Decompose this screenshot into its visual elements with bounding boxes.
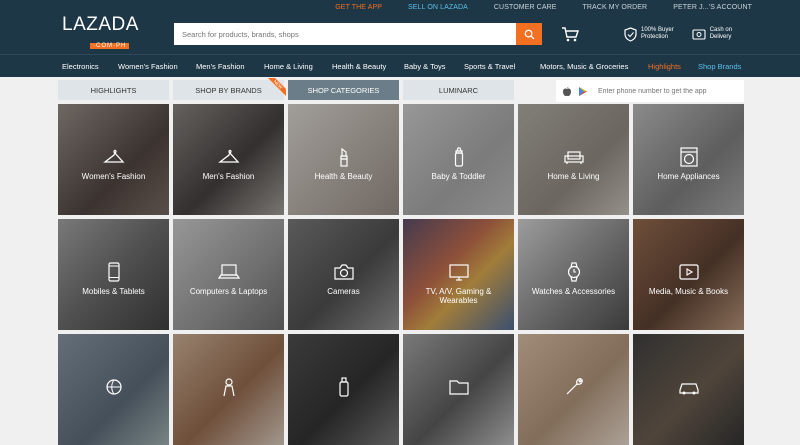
category-label: TV, A/V, Gaming & Wearables xyxy=(425,287,492,305)
category-tile[interactable]: Baby & Toddler xyxy=(403,104,514,215)
washing-machine-icon xyxy=(679,147,698,167)
category-tile[interactable] xyxy=(173,334,284,445)
assurance-line: Protection xyxy=(641,34,669,40)
cash-icon xyxy=(692,28,706,40)
get-app-box xyxy=(556,80,744,102)
hanger-icon xyxy=(102,149,124,163)
category-tile[interactable]: Women's Fashion xyxy=(58,104,169,215)
category-tile[interactable] xyxy=(403,334,514,445)
category-tile[interactable]: Media, Music & Books xyxy=(633,219,744,330)
search-icon xyxy=(524,29,535,40)
account-link[interactable]: PETER J...'S ACCOUNT xyxy=(673,4,752,11)
nav-item[interactable]: Electronics xyxy=(62,62,99,71)
new-badge-text: NEW xyxy=(268,78,286,96)
category-tile[interactable] xyxy=(58,334,169,445)
category-tile[interactable] xyxy=(633,334,744,445)
play-icon xyxy=(678,264,699,280)
category-tile[interactable]: Computers & Laptops xyxy=(173,219,284,330)
customer-care-link[interactable]: CUSTOMER CARE xyxy=(494,4,557,11)
phone-input[interactable] xyxy=(598,87,744,95)
category-label: Home Appliances xyxy=(657,172,720,181)
sofa-icon xyxy=(563,151,584,164)
category-label: Cameras xyxy=(327,287,360,296)
category-label: Men's Fashion xyxy=(202,172,255,181)
category-tile[interactable]: TV, A/V, Gaming & Wearables xyxy=(403,219,514,330)
category-tile[interactable] xyxy=(288,334,399,445)
search-button[interactable] xyxy=(516,23,542,45)
nav-item[interactable]: Home & Living xyxy=(264,62,313,71)
category-label: Media, Music & Books xyxy=(648,287,729,296)
lazada-logo[interactable]: LAZADA ·COM·PH xyxy=(62,14,142,52)
assurance-line: 100% Buyer xyxy=(641,27,674,33)
new-badge: NEW xyxy=(268,78,286,96)
nav-item[interactable]: Health & Beauty xyxy=(332,62,386,71)
shield-icon xyxy=(624,26,637,42)
camera-icon xyxy=(333,264,354,280)
nav-item[interactable]: Motors, Music & Groceries xyxy=(540,62,628,71)
tab-shop-by-brands[interactable]: SHOP BY BRANDS NEW xyxy=(173,78,286,100)
category-label: Home & Living xyxy=(547,172,600,181)
hanger-icon xyxy=(217,149,239,163)
assurance-line: Cash on xyxy=(709,27,733,33)
category-tile[interactable]: Watches & Accessories xyxy=(518,219,629,330)
toy-icon xyxy=(222,378,235,397)
tab-luminarc[interactable]: LUMINARC xyxy=(403,80,514,100)
category-label: Baby & Toddler xyxy=(431,172,486,181)
nav-item[interactable]: Baby & Toys xyxy=(404,62,446,71)
category-label: Computers & Laptops xyxy=(189,287,268,296)
tool-icon xyxy=(566,378,583,395)
nav-item-highlights[interactable]: Highlights xyxy=(648,62,681,71)
category-tile[interactable]: Home Appliances xyxy=(633,104,744,215)
category-nav: Electronics Women's Fashion Men's Fashio… xyxy=(0,54,800,77)
category-tile[interactable]: Health & Beauty xyxy=(288,104,399,215)
folder-icon xyxy=(448,380,469,395)
cash-on-delivery: Cash on Delivery xyxy=(692,27,732,41)
main-header: LAZADA ·COM·PH 100% BuyerProtection Cash… xyxy=(0,14,800,54)
nav-item[interactable]: Sports & Travel xyxy=(464,62,515,71)
tab-highlights[interactable]: HIGHLIGHTS xyxy=(58,80,169,100)
assurance-line: Delivery xyxy=(709,34,732,40)
lipstick-icon xyxy=(339,147,348,167)
category-label: Mobiles & Tablets xyxy=(82,287,145,296)
category-tile[interactable]: Cameras xyxy=(288,219,399,330)
sell-on-lazada-link[interactable]: SELL ON LAZADA xyxy=(408,4,468,11)
nav-item-shop-brands[interactable]: Shop Brands xyxy=(698,62,741,71)
category-tile[interactable] xyxy=(518,334,629,445)
cart-icon[interactable] xyxy=(560,24,580,44)
search-input[interactable] xyxy=(174,23,516,45)
laptop-icon xyxy=(217,264,240,279)
nav-item[interactable]: Women's Fashion xyxy=(118,62,178,71)
category-tile[interactable]: Men's Fashion xyxy=(173,104,284,215)
category-tile[interactable]: Mobiles & Tablets xyxy=(58,219,169,330)
track-order-link[interactable]: TRACK MY ORDER xyxy=(583,4,648,11)
search-bar xyxy=(174,23,542,45)
google-play-icon[interactable] xyxy=(578,86,588,97)
tab-label: SHOP BY BRANDS xyxy=(195,85,262,95)
top-utility-bar: GET THE APP SELL ON LAZADA CUSTOMER CARE… xyxy=(0,0,800,14)
buyer-protection: 100% Buyer Protection xyxy=(624,26,674,42)
tab-shop-categories[interactable]: SHOP CATEGORIES xyxy=(288,80,399,100)
bottle-icon xyxy=(338,377,349,397)
logo-sub: ·COM·PH xyxy=(90,43,130,49)
category-label: Health & Beauty xyxy=(314,172,373,181)
get-app-link[interactable]: GET THE APP xyxy=(335,4,382,11)
category-label: Women's Fashion xyxy=(81,172,146,181)
apple-icon[interactable] xyxy=(562,86,572,97)
baby-bottle-icon xyxy=(454,147,463,167)
phone-icon xyxy=(107,262,120,282)
nav-item[interactable]: Men's Fashion xyxy=(196,62,245,71)
ball-icon xyxy=(105,379,122,395)
category-label: Watches & Accessories xyxy=(531,287,616,296)
logo-name: LAZADA xyxy=(62,14,139,35)
category-tile[interactable]: Home & Living xyxy=(518,104,629,215)
tv-icon xyxy=(448,264,469,281)
car-icon xyxy=(678,383,699,395)
watch-icon xyxy=(567,262,580,282)
